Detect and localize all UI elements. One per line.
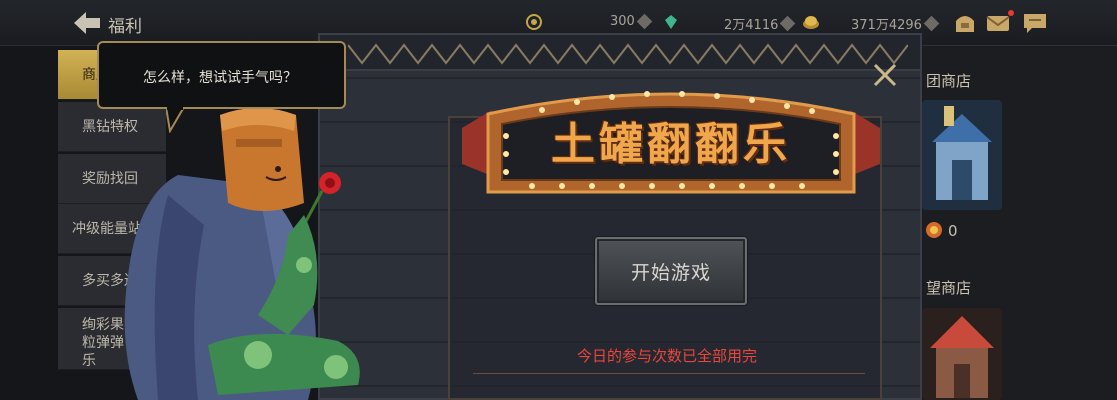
coin-counter: 300 bbox=[610, 13, 653, 30]
gem-value: 2万4116 bbox=[724, 18, 779, 33]
panel-header-strip bbox=[320, 35, 920, 71]
notification-dot bbox=[1008, 10, 1014, 16]
token-icon bbox=[926, 222, 942, 238]
add-gem-icon[interactable] bbox=[780, 15, 796, 32]
shop-title: 团商店 bbox=[926, 72, 972, 90]
attempts-exhausted-notice: 今日的参与次数已全部用完 bbox=[576, 347, 757, 365]
add-coin-icon[interactable] bbox=[636, 13, 653, 30]
start-game-button[interactable]: 开始游戏 bbox=[595, 237, 747, 305]
tent-shop-image[interactable] bbox=[922, 308, 1002, 400]
gem-counter: 2万4116 bbox=[724, 14, 796, 33]
speech-text: 怎么样，想试试手气吗？ bbox=[143, 70, 297, 86]
shop-title: 望商店 bbox=[926, 279, 972, 297]
chat-icon[interactable] bbox=[1022, 11, 1048, 35]
zigzag-ornament bbox=[348, 43, 908, 65]
coin-icon bbox=[526, 14, 542, 30]
shop-token-count: 0 bbox=[948, 222, 958, 240]
page-title: 福利 bbox=[108, 17, 142, 37]
gold-value: 371万4296 bbox=[851, 18, 922, 33]
game-title: 土罐翻翻乐 bbox=[551, 119, 791, 170]
mail-icon[interactable] bbox=[985, 11, 1011, 35]
add-gold-icon[interactable] bbox=[923, 15, 940, 32]
divider bbox=[473, 373, 865, 374]
bag-icon[interactable] bbox=[952, 11, 978, 35]
pot-head-character bbox=[124, 108, 360, 400]
back-arrow-icon[interactable] bbox=[70, 8, 104, 38]
green-gem-icon bbox=[665, 15, 677, 29]
coin-value: 300 bbox=[610, 14, 635, 29]
speech-bubble-tail bbox=[166, 107, 186, 133]
gold-icon bbox=[803, 16, 819, 29]
gold-counter: 371万4296 bbox=[851, 14, 940, 33]
castle-shop-image[interactable] bbox=[922, 100, 1002, 210]
